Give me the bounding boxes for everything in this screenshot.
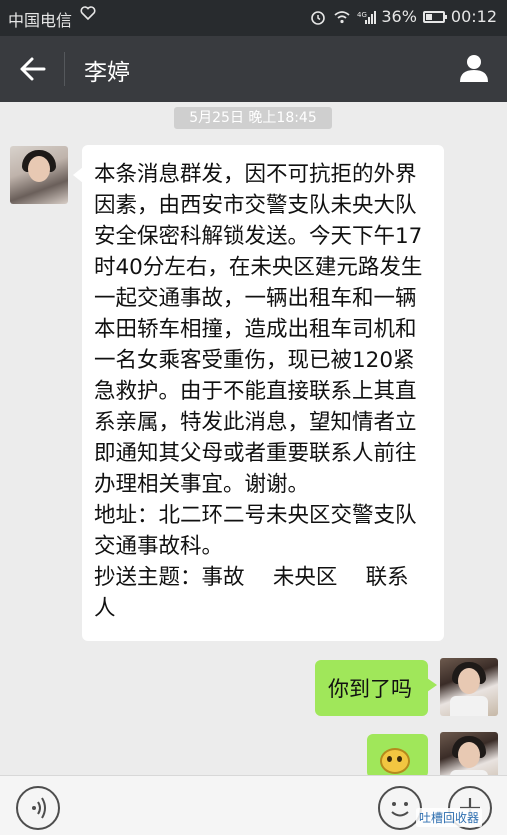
incoming-message-bubble[interactable]: 本条消息群发，因不可抗拒的外界因素，由西安市交警支队未央大队安全保密科解锁发送。… [73,145,444,641]
outgoing-message-bubble[interactable]: 你到了吗 [315,660,437,716]
carrier-label: 中国电信 [8,11,73,30]
chat-header: 李婷 [0,36,507,102]
back-button[interactable] [16,53,52,85]
battery-percent: 36% [381,7,417,26]
battery-fill [425,13,432,20]
voice-icon [32,797,46,819]
watermark: 吐槽回收器 [416,808,483,827]
heart-icon [80,5,96,21]
alarm-icon [309,8,327,26]
contact-avatar[interactable] [10,146,68,204]
message-timestamp: 5月25日 晚上18:45 [174,107,332,129]
status-bar: 中国电信 4G 36% 00:12 [0,0,507,36]
back-arrow-icon [20,57,46,81]
outgoing-message-text: 你到了吗 [328,677,412,701]
emoji-sticker-icon [380,748,410,774]
wifi-icon [333,8,351,26]
contact-info-button[interactable] [457,51,491,85]
outgoing-sticker-bubble[interactable] [367,734,428,778]
battery-icon [422,10,447,23]
svg-text:4G: 4G [357,11,367,19]
signal-icon: 4G [357,8,377,26]
chat-title: 李婷 [84,60,130,86]
my-avatar[interactable] [440,658,498,716]
header-divider [64,52,65,86]
voice-button[interactable] [16,786,60,830]
incoming-message-text: 本条消息群发，因不可抗拒的外界因素，由西安市交警支队未央大队安全保密科解锁发送。… [94,162,423,621]
clock: 00:12 [450,7,497,26]
person-icon [460,55,488,82]
smiley-icon [391,802,409,817]
